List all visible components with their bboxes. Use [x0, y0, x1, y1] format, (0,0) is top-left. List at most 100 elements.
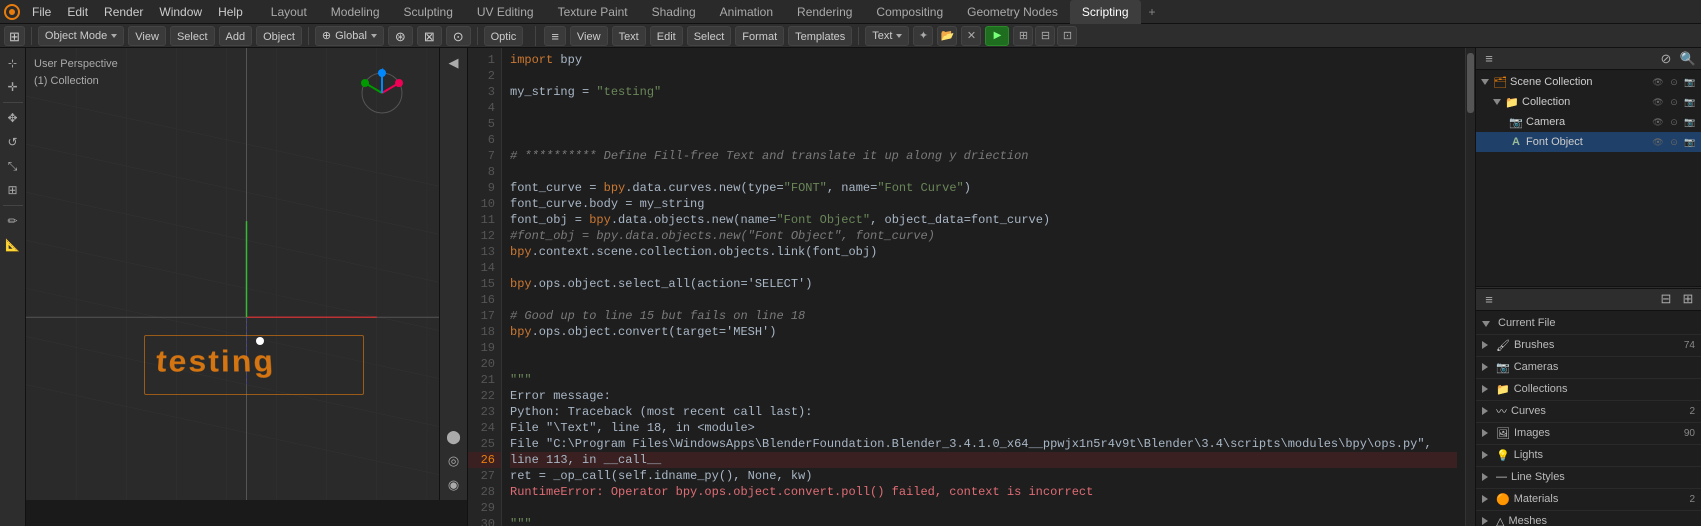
script-view-button[interactable]: View — [570, 26, 608, 46]
mode-selector[interactable]: Object Mode — [38, 26, 124, 46]
images-expand-icon[interactable] — [1482, 426, 1488, 440]
collapse-scene-collection-icon[interactable] — [1480, 77, 1490, 87]
script-select-button[interactable]: Select — [687, 26, 732, 46]
transform-extra-button[interactable]: ⊛ — [388, 26, 413, 46]
run-script-button[interactable]: ▶ — [985, 26, 1009, 46]
current-file-collapse-icon[interactable] — [1482, 316, 1490, 330]
tab-texture-paint[interactable]: Texture Paint — [546, 0, 640, 24]
render-icon[interactable]: 📷 — [1683, 75, 1697, 89]
selectable-icon[interactable]: ⊙ — [1667, 75, 1681, 89]
tab-rendering[interactable]: Rendering — [785, 0, 864, 24]
visibility-icon[interactable]: 👁 — [1651, 115, 1665, 129]
new-text-button[interactable]: ✦ — [913, 26, 933, 46]
tab-layout[interactable]: Layout — [259, 0, 319, 24]
rotate-tool[interactable]: ↺ — [2, 131, 24, 153]
visibility-icon[interactable]: 👁 — [1651, 95, 1665, 109]
curves-expand-icon[interactable] — [1482, 404, 1488, 418]
meshes-section[interactable]: △ Meshes — [1476, 511, 1701, 526]
blender-logo-icon[interactable] — [0, 0, 24, 24]
proportional-button[interactable]: ⊙ — [446, 26, 471, 46]
outliner-list-icon[interactable]: ⊞ — [1013, 26, 1033, 46]
menu-window[interactable]: Window — [151, 0, 210, 24]
outliner-camera[interactable]: 📷 Camera 👁 ⊙ 📷 — [1476, 112, 1701, 132]
script-text-button[interactable]: Text — [612, 26, 646, 46]
cursor-tool[interactable]: ✛ — [2, 76, 24, 98]
script-templates-button[interactable]: Templates — [788, 26, 852, 46]
outliner-filter-icon[interactable]: ⊘ — [1657, 50, 1675, 68]
brushes-section[interactable]: 🖌 Brushes 74 — [1476, 335, 1701, 357]
object-button[interactable]: Object — [256, 26, 302, 46]
script-edit-button[interactable]: Edit — [650, 26, 683, 46]
outliner-tree-icon[interactable]: ⊟ — [1035, 26, 1055, 46]
editor-type-button[interactable]: ⊞ — [4, 26, 25, 46]
properties-menu-icon[interactable]: ≡ — [1480, 290, 1498, 308]
viewport-3d[interactable]: User Perspective (1) Collection X — [26, 48, 467, 500]
viewport-shade-rendered[interactable]: ◉ — [443, 474, 465, 496]
render-icon[interactable]: 📷 — [1683, 135, 1697, 149]
add-button[interactable]: Add — [219, 26, 253, 46]
code-scrollbar-thumb[interactable] — [1467, 53, 1474, 113]
open-text-button[interactable]: 📂 — [937, 26, 957, 46]
viewport-gizmo[interactable]: X Y Z — [357, 68, 407, 121]
outliner-menu-icon[interactable]: ≡ — [1480, 50, 1498, 68]
selectable-icon[interactable]: ⊙ — [1667, 115, 1681, 129]
code-editor[interactable]: 1234567891011121314151617181920212223242… — [468, 48, 1475, 526]
close-text-button[interactable]: ✕ — [961, 26, 981, 46]
menu-help[interactable]: Help — [210, 0, 251, 24]
move-tool[interactable]: ✥ — [2, 107, 24, 129]
select-button[interactable]: Select — [170, 26, 215, 46]
line-styles-section[interactable]: — Line Styles — [1476, 467, 1701, 489]
cameras-section[interactable]: 📷 Cameras — [1476, 357, 1701, 379]
scale-tool[interactable]: ⤡ — [2, 155, 24, 177]
tab-scripting[interactable]: Scripting — [1070, 0, 1141, 24]
brushes-expand-icon[interactable] — [1482, 338, 1488, 352]
tab-shading[interactable]: Shading — [640, 0, 708, 24]
menu-file[interactable]: File — [24, 0, 59, 24]
transform-selector[interactable]: ⊕ Global — [315, 26, 384, 46]
viewport-shade-solid[interactable]: ⬤ — [443, 426, 465, 448]
images-section[interactable]: 🖼 Images 90 — [1476, 423, 1701, 445]
properties-list-icon[interactable]: ⊞ — [1679, 290, 1697, 308]
materials-section[interactable]: 🟠 Materials 2 — [1476, 489, 1701, 511]
outliner-collection[interactable]: 📁 Collection 👁 ⊙ 📷 — [1476, 92, 1701, 112]
tab-animation[interactable]: Animation — [708, 0, 785, 24]
text-file-selector[interactable]: Text — [865, 26, 909, 46]
outliner-scene-collection[interactable]: 🗂 Scene Collection 👁 ⊙ 📷 — [1476, 72, 1701, 92]
render-icon[interactable]: 📷 — [1683, 95, 1697, 109]
tab-uv-editing[interactable]: UV Editing — [465, 0, 546, 24]
properties-display-icon[interactable]: ⊟ — [1657, 290, 1675, 308]
outliner-search-icon[interactable]: 🔍 — [1679, 50, 1697, 68]
tab-sculpting[interactable]: Sculpting — [392, 0, 465, 24]
materials-expand-icon[interactable] — [1482, 492, 1488, 506]
viewport-shade-material[interactable]: ◎ — [443, 450, 465, 472]
lights-section[interactable]: 💡 Lights — [1476, 445, 1701, 467]
cameras-expand-icon[interactable] — [1482, 360, 1488, 374]
annotate-tool[interactable]: ✏ — [2, 210, 24, 232]
tab-modeling[interactable]: Modeling — [319, 0, 392, 24]
tab-compositing[interactable]: Compositing — [864, 0, 955, 24]
render-icon[interactable]: 📷 — [1683, 115, 1697, 129]
select-box-tool[interactable]: ⊹ — [2, 52, 24, 74]
toggle-n-panel-icon[interactable]: ◀ — [443, 52, 465, 74]
lights-expand-icon[interactable] — [1482, 448, 1488, 462]
visibility-icon[interactable]: 👁 — [1651, 75, 1665, 89]
script-format-button[interactable]: Format — [735, 26, 784, 46]
outliner-font-object[interactable]: A Font Object 👁 ⊙ 📷 — [1476, 132, 1701, 152]
options-button[interactable]: Optic — [484, 26, 524, 46]
code-content[interactable]: import bpy my_string = "testing" # *****… — [502, 48, 1465, 526]
line-styles-expand-icon[interactable] — [1482, 470, 1488, 484]
outliner-dot-icon[interactable]: ⊡ — [1057, 26, 1077, 46]
curves-section[interactable]: 〰 Curves 2 — [1476, 401, 1701, 423]
collections-expand-icon[interactable] — [1482, 382, 1488, 396]
code-scrollbar[interactable] — [1465, 48, 1475, 526]
script-editor-icon[interactable]: ≡ — [544, 26, 566, 46]
meshes-expand-icon[interactable] — [1482, 514, 1488, 526]
selectable-icon[interactable]: ⊙ — [1667, 95, 1681, 109]
collapse-collection-icon[interactable] — [1492, 97, 1502, 107]
menu-render[interactable]: Render — [96, 0, 151, 24]
selectable-icon[interactable]: ⊙ — [1667, 135, 1681, 149]
collections-section[interactable]: 📁 Collections — [1476, 379, 1701, 401]
view-button[interactable]: View — [128, 26, 166, 46]
visibility-icon[interactable]: 👁 — [1651, 135, 1665, 149]
menu-edit[interactable]: Edit — [59, 0, 96, 24]
